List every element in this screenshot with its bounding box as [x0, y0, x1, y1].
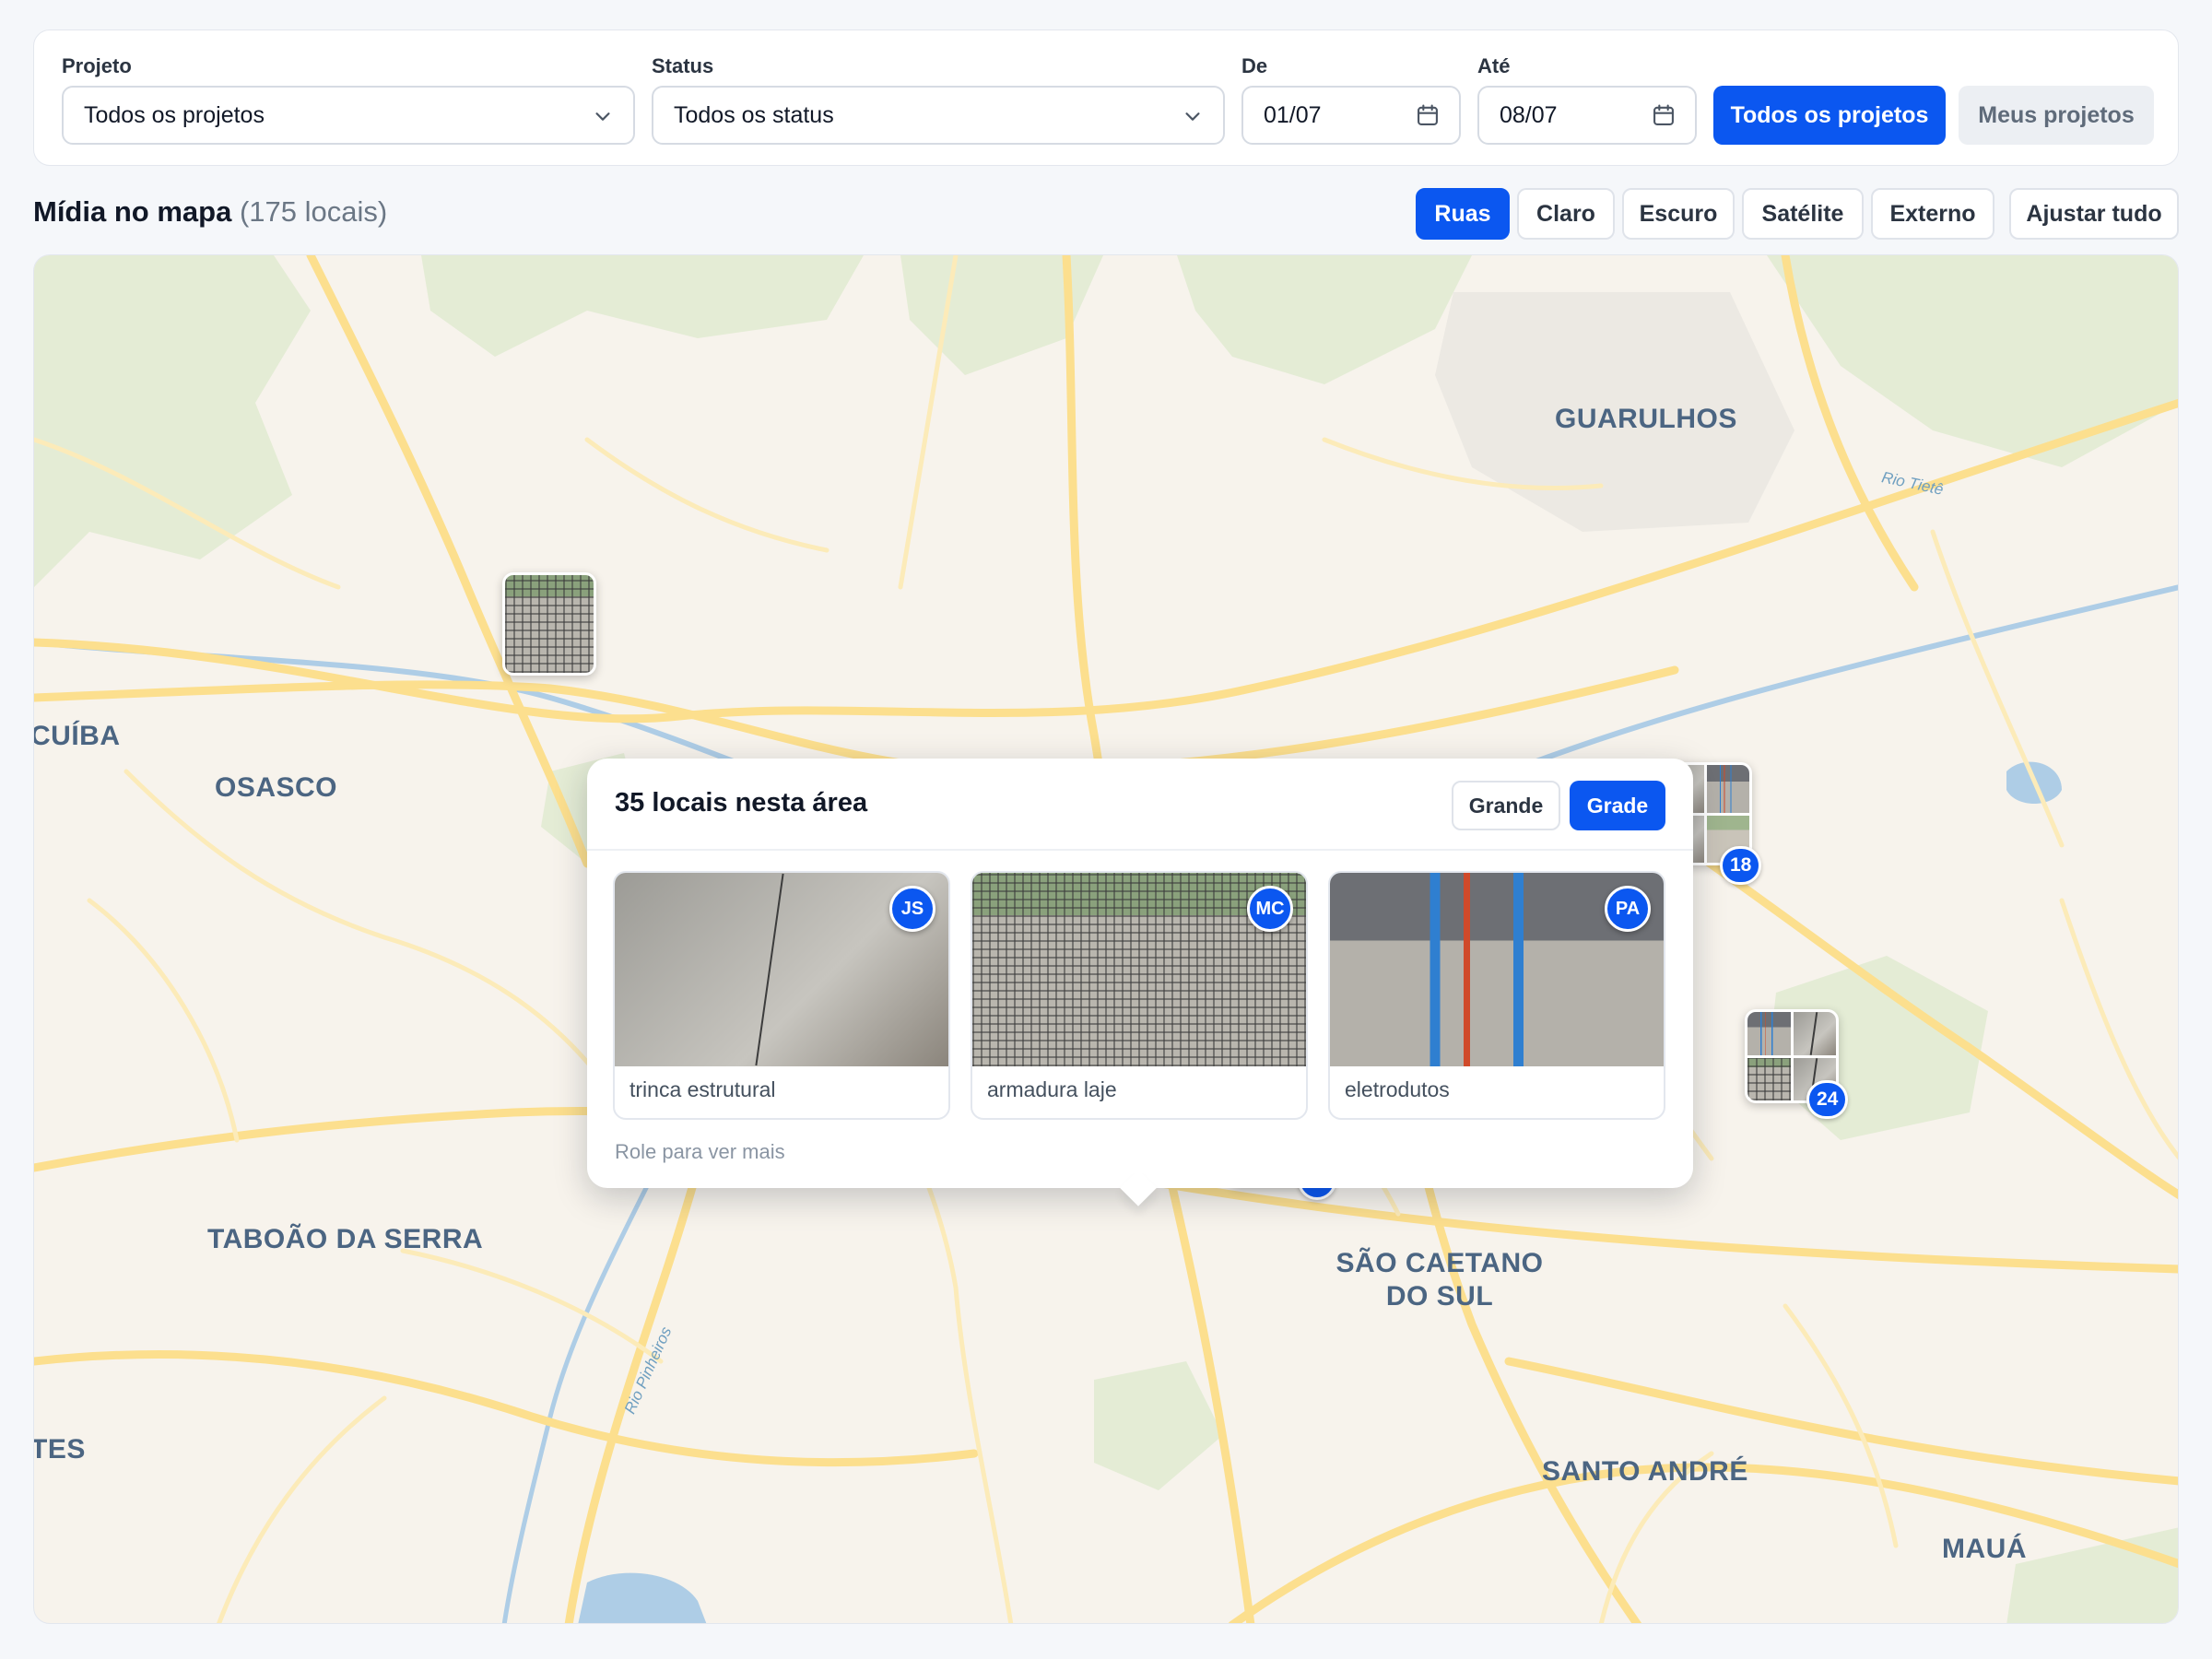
cluster-thumbnail — [505, 575, 594, 673]
all-projects-button[interactable]: Todos os projetos — [1713, 86, 1946, 145]
city-label-maua: MAUÁ — [1942, 1534, 2027, 1564]
map-cluster-partial[interactable] — [502, 572, 596, 676]
map-style-satellite-button[interactable]: Satélite — [1742, 188, 1864, 240]
cluster-popup: 35 locais nesta área Grande Grade JS tri… — [587, 759, 1693, 1188]
city-label-taboao: TABOÃO DA SERRA — [207, 1224, 484, 1254]
city-label-sao-caetano: SÃO CAETANO DO SUL — [1324, 1247, 1555, 1313]
media-caption: armadura laje — [987, 1077, 1117, 1101]
from-date-input[interactable]: 01/07 — [1241, 86, 1461, 145]
status-select[interactable]: Todos os status — [652, 86, 1225, 145]
to-date-label: Até — [1477, 54, 1511, 77]
cluster-count-badge: 24 — [1806, 1080, 1849, 1119]
project-label: Projeto — [62, 54, 132, 77]
avatar: MC — [1247, 886, 1293, 932]
location-count: (175 locais) — [239, 195, 388, 228]
media-caption: eletrodutos — [1345, 1077, 1450, 1101]
from-date-label: De — [1241, 54, 1268, 77]
map-style-light-button[interactable]: Claro — [1517, 188, 1615, 240]
scroll-hint: Role para ver mais — [615, 1140, 785, 1163]
filter-bar: Projeto Todos os projetos Status Todos o… — [33, 29, 2179, 166]
cluster-count-badge: 18 — [1720, 846, 1762, 885]
media-card[interactable]: PA eletrodutos — [1328, 871, 1665, 1120]
to-date-input[interactable]: 08/07 — [1477, 86, 1697, 145]
calendar-icon[interactable] — [1415, 102, 1441, 128]
city-label-edge: TES — [33, 1434, 86, 1465]
city-label-osasco: OSASCO — [215, 772, 338, 803]
calendar-icon[interactable] — [1651, 102, 1677, 128]
view-large-button[interactable]: Grande — [1452, 781, 1560, 830]
project-select-value: Todos os projetos — [84, 101, 265, 128]
chevron-down-icon — [595, 112, 610, 121]
status-select-value: Todos os status — [674, 101, 834, 128]
media-card[interactable]: JS trinca estrutural — [613, 871, 950, 1120]
popup-title: 35 locais nesta área — [615, 788, 868, 818]
map-style-external-button[interactable]: Externo — [1871, 188, 1994, 240]
view-grid-button[interactable]: Grade — [1570, 781, 1665, 830]
map-style-dark-button[interactable]: Escuro — [1622, 188, 1735, 240]
fit-all-button[interactable]: Ajustar tudo — [2009, 188, 2179, 240]
map-style-streets-button[interactable]: Ruas — [1416, 188, 1510, 240]
map-title: Mídia no mapa (175 locais) — [33, 195, 387, 229]
media-card[interactable]: MC armadura laje — [971, 871, 1308, 1120]
city-label-sao-caetano-line2: DO SUL — [1385, 1281, 1494, 1312]
my-projects-button[interactable]: Meus projetos — [1959, 86, 2154, 145]
city-label-santo-andre: SANTO ANDRÉ — [1542, 1456, 1748, 1487]
city-label-carapicuiba: CUÍBA — [33, 721, 121, 751]
status-label: Status — [652, 54, 714, 77]
chevron-down-icon — [1185, 112, 1200, 121]
avatar: PA — [1605, 886, 1651, 932]
to-date-value: 08/07 — [1500, 101, 1558, 128]
city-label-sao-caetano-line1: SÃO CAETANO — [1335, 1248, 1544, 1278]
map-title-text: Mídia no mapa — [33, 195, 232, 228]
city-label-guarulhos: GUARULHOS — [1555, 404, 1737, 434]
map-cluster[interactable]: 24 — [1745, 1009, 1849, 1119]
from-date-value: 01/07 — [1264, 101, 1322, 128]
popup-divider — [587, 849, 1693, 851]
map-canvas[interactable]: Rio Tietê Rio Pinheiros GUARULHOS CUÍBA … — [33, 254, 2179, 1624]
avatar: JS — [889, 886, 935, 932]
media-caption: trinca estrutural — [629, 1077, 776, 1101]
project-select[interactable]: Todos os projetos — [62, 86, 635, 145]
